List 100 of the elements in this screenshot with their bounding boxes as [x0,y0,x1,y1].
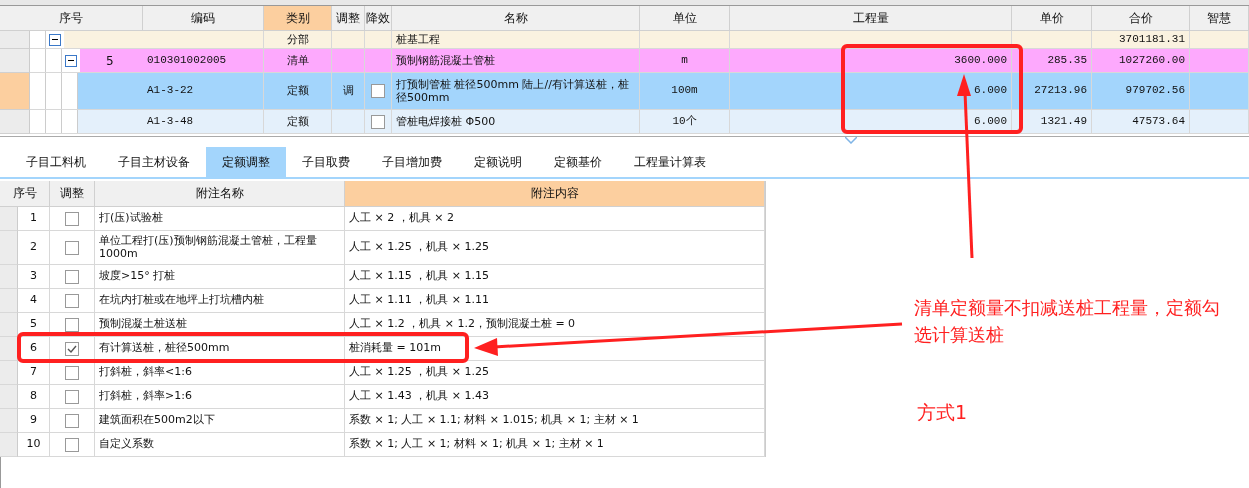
column-header[interactable]: 序号 [0,6,143,31]
table-cell: 7 [18,361,50,385]
table-cell: 人工 × 1.25 ，机具 × 1.25 [345,231,765,265]
table-cell [1190,31,1249,49]
table-cell: 3600.000 [730,49,1012,73]
table-cell: 8 [18,385,50,409]
table-cell: 清单 [264,49,332,73]
table-cell: 定额 [264,73,332,110]
tab[interactable]: 定额说明 [458,147,538,177]
column-header[interactable]: 工程量 [730,6,1012,31]
column-header[interactable]: 合价 [1092,6,1190,31]
checkbox[interactable] [65,317,79,332]
table-cell [332,49,365,73]
table-cell: 人工 × 2 ，机具 × 2 [345,207,765,231]
tab[interactable]: 定额基价 [538,147,618,177]
table-cell [1190,73,1249,110]
table-cell: 4 [18,289,50,313]
checkbox[interactable] [65,211,79,226]
column-header[interactable]: 单价 [1012,6,1092,31]
table-cell: 人工 × 1.2 ，机具 × 1.2，预制混凝土桩 = 0 [345,313,765,337]
column-header[interactable]: 类别 [264,6,332,31]
checkbox[interactable] [371,114,385,129]
table-cell: A1-3-48 [143,110,264,134]
table-cell: 调 [332,73,365,110]
table-cell [332,31,365,49]
checkbox[interactable] [65,389,79,404]
column-header[interactable]: 单位 [640,6,730,31]
column-header[interactable]: 序号 [0,181,50,207]
table-cell: 管桩电焊接桩 Φ500 [392,110,640,134]
table-cell [1190,110,1249,134]
table-cell: 定额 [264,110,332,134]
tab[interactable]: 子目主材设备 [102,147,206,177]
table-cell: 5 [18,313,50,337]
column-header[interactable]: 调整 [332,6,365,31]
table-cell: 打(压)试验桩 [95,207,345,231]
column-header[interactable]: 附注名称 [95,181,345,207]
table-cell: 打预制管桩 桩径500mm 陆上//有计算送桩，桩径500mm [392,73,640,110]
column-header[interactable]: 附注内容 [345,181,765,207]
table-cell: 3 [18,265,50,289]
table-cell: 人工 × 1.43 ，机具 × 1.43 [345,385,765,409]
table-cell: 979702.56 [1092,73,1190,110]
column-header[interactable]: 编码 [143,6,264,31]
checkbox[interactable] [65,341,79,356]
table-cell: A1-3-22 [143,73,264,110]
table-cell: 人工 × 1.15 ，机具 × 1.15 [345,265,765,289]
annotation-label: 方式1 [917,400,968,425]
checkbox[interactable] [65,293,79,308]
table-cell: 在坑内打桩或在地坪上打坑槽内桩 [95,289,345,313]
tab[interactable]: 定额调整 [206,147,286,177]
table-cell: 27213.96 [1012,73,1092,110]
table-cell: 预制混凝土桩送桩 [95,313,345,337]
table-cell: 系数 × 1; 人工 × 1.1; 材料 × 1.015; 机具 × 1; 主材 × 1 [345,409,765,433]
table-cell: 1321.49 [1012,110,1092,134]
table-cell: 3701181.31 [1092,31,1190,49]
collapse-icon[interactable] [65,54,77,67]
checkbox[interactable] [65,365,79,380]
table-cell: 1027260.00 [1092,49,1190,73]
tab[interactable]: 子目增加费 [366,147,458,177]
table-cell: 人工 × 1.11 ，机具 × 1.11 [345,289,765,313]
table-cell: 坡度>15° 打桩 [95,265,345,289]
table-cell: 单位工程打(压)预制钢筋混凝土管桩，工程量1000m [95,231,345,265]
table-cell: 285.35 [1012,49,1092,73]
column-header[interactable]: 智慧 [1190,6,1249,31]
table-cell: 2 [18,231,50,265]
table-cell: m [640,49,730,73]
table-cell: 系数 × 1; 人工 × 1; 材料 × 1; 机具 × 1; 主材 × 1 [345,433,765,457]
checkbox[interactable] [371,84,385,98]
collapse-icon[interactable] [49,33,61,46]
table-cell: 47573.64 [1092,110,1190,134]
checkbox[interactable] [65,413,79,428]
table-cell: 桩基工程 [392,31,640,49]
checkbox[interactable] [65,269,79,284]
table-cell: 自定义系数 [95,433,345,457]
tab[interactable]: 子目工料机 [10,147,102,177]
checkbox[interactable] [65,240,79,255]
row-number: 5 [106,53,114,68]
table-cell: 6.000 [730,73,1012,110]
table-cell: 6 [18,337,50,361]
annotation-text: 清单定额量不扣减送桩工程量，定额勾选计算送桩 [914,296,1221,347]
table-cell: 100m [640,73,730,110]
table-cell: 建筑面积在500m2以下 [95,409,345,433]
table-cell [1190,49,1249,73]
table-cell: 10 [18,433,50,457]
tab[interactable]: 子目取费 [286,147,366,177]
table-cell: 人工 × 1.25 ，机具 × 1.25 [345,361,765,385]
table-cell: 打斜桩，斜率<1:6 [95,361,345,385]
table-cell: 打斜桩，斜率>1:6 [95,385,345,409]
checkbox[interactable] [65,437,79,452]
table-cell: 10个 [640,110,730,134]
table-cell: 9 [18,409,50,433]
table-cell: 1 [18,207,50,231]
column-header[interactable]: 降效 [365,6,392,31]
table-cell: 010301002005 [143,49,264,73]
table-cell: 有计算送桩，桩径500mm [95,337,345,361]
column-header[interactable]: 调整 [50,181,95,207]
tab[interactable]: 工程量计算表 [618,147,722,177]
row-header[interactable] [0,337,18,361]
column-header[interactable]: 名称 [392,6,640,31]
table-cell: 分部 [264,31,332,49]
table-cell [365,31,392,49]
